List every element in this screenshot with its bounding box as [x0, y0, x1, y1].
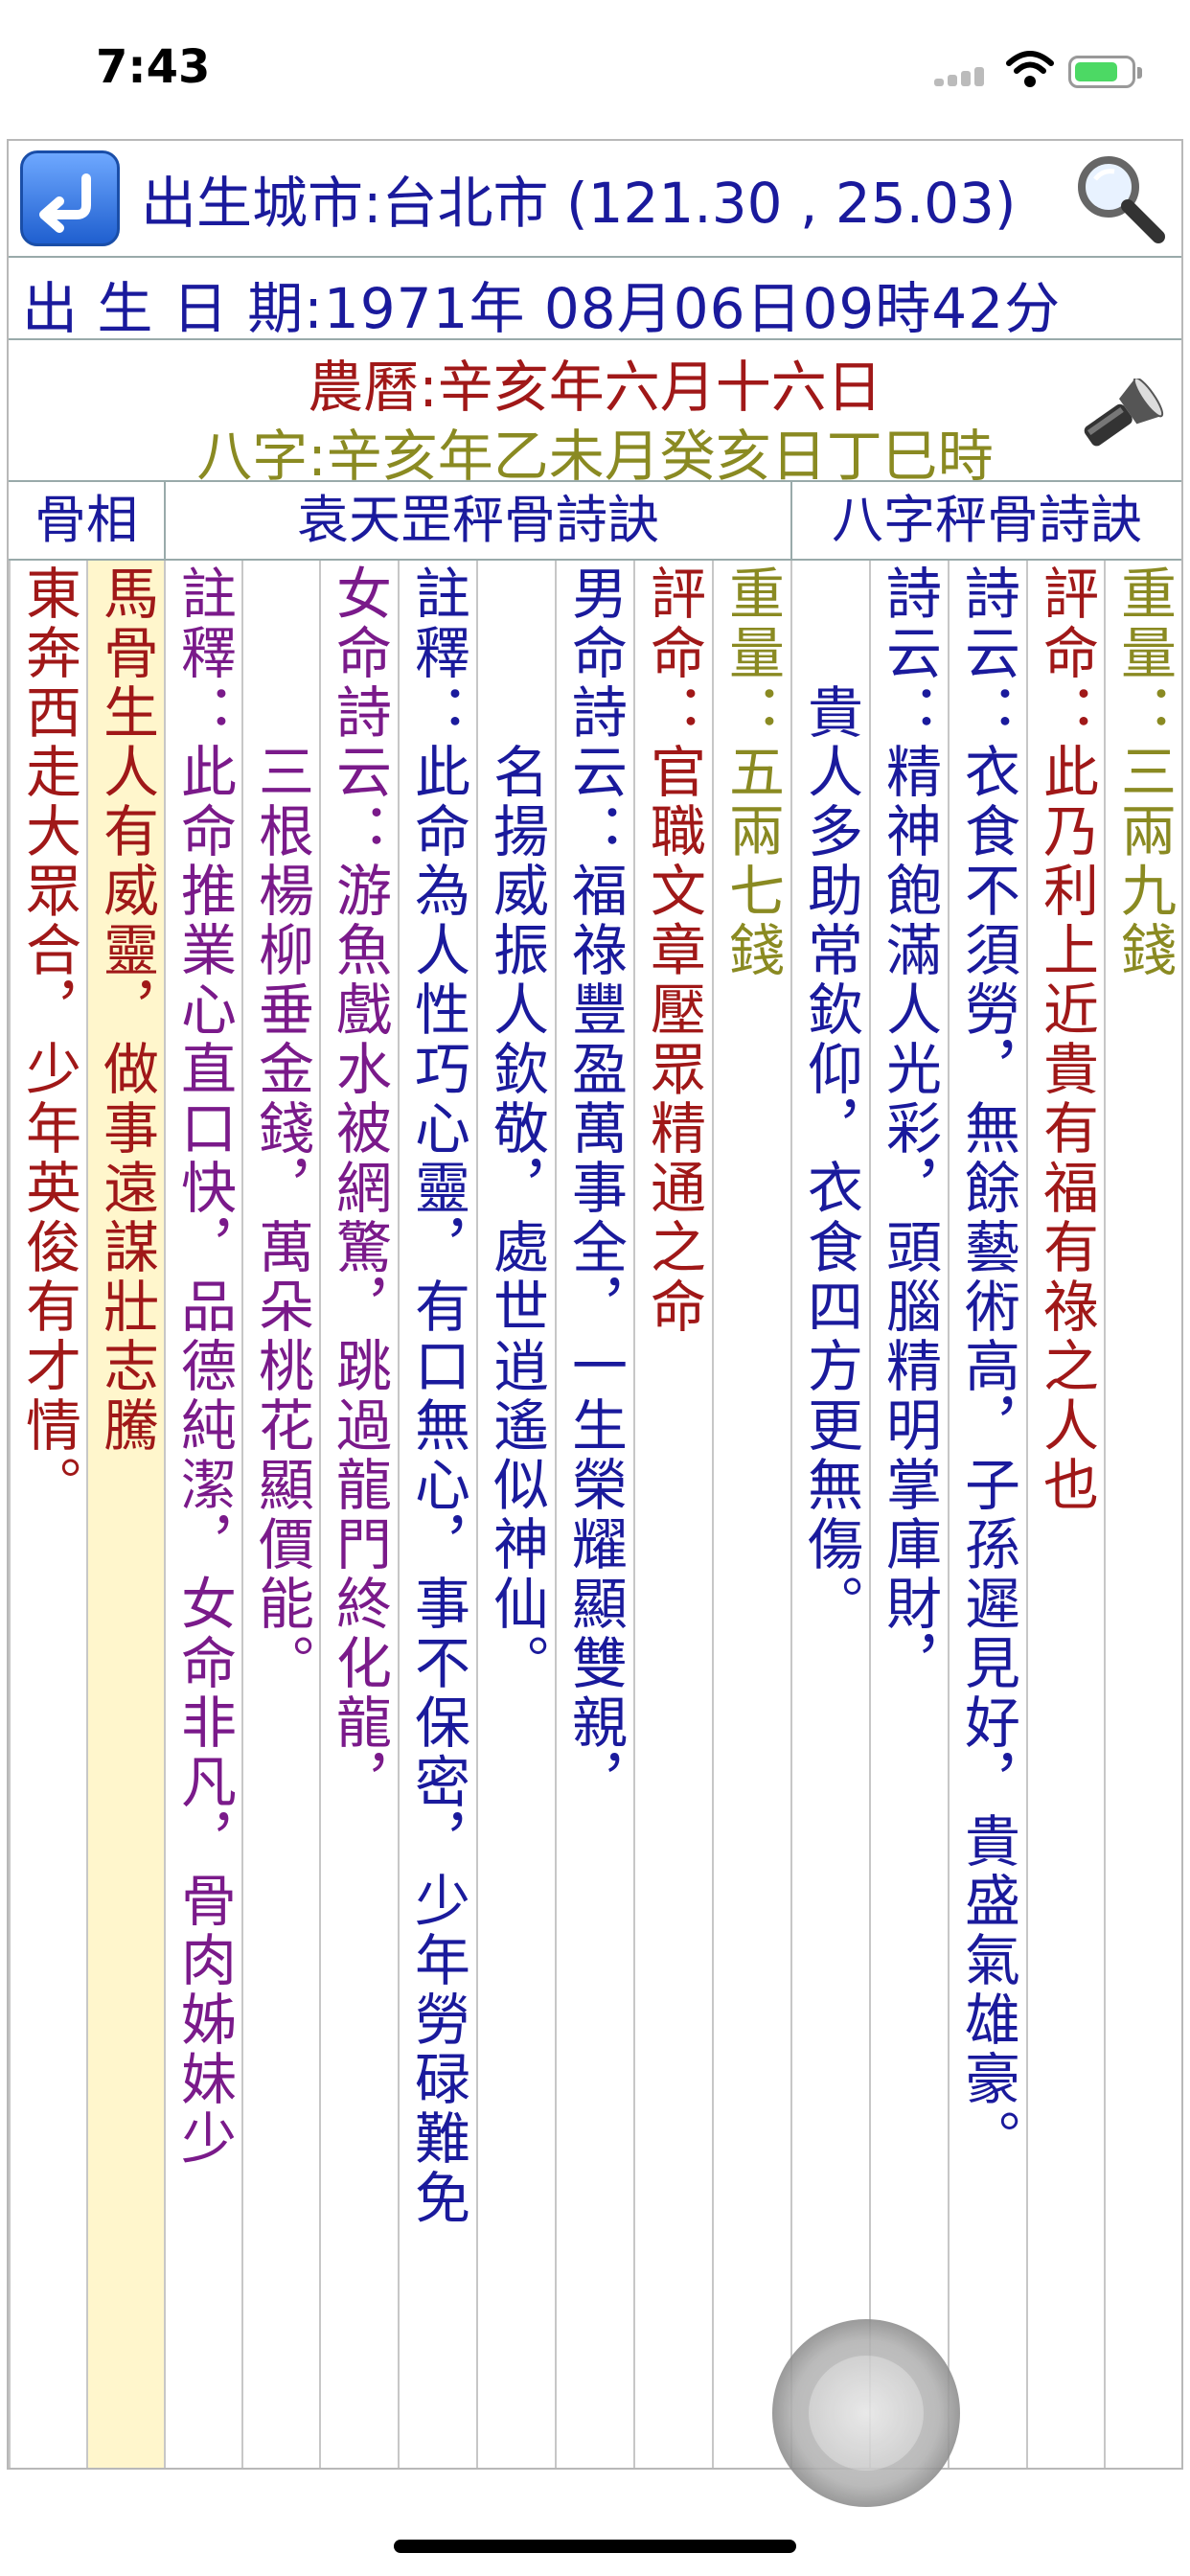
wifi-icon	[1006, 50, 1054, 92]
column-8: 男命詩云：福祿豐盈萬事全，一生榮耀顯雙親，	[555, 561, 633, 2468]
column-9: 評命：官職文章壓眾精通之命	[633, 561, 712, 2468]
status-bar: 7:43	[0, 0, 1190, 134]
column-text: 重量：五兩七錢	[720, 564, 785, 980]
column-text: 貴人多助常欽仰，衣食四方更無傷。	[798, 564, 863, 1634]
column-3: 註釋：此命推業心直口快，品德純潔，女命非凡，骨肉姊妹少	[164, 561, 241, 2468]
return-arrow-icon	[39, 173, 91, 233]
column-text: 東奔西走大眾合，少年英俊有才情。	[16, 564, 81, 1515]
column-text: 名揚威振人欽敬，處世逍遙似神仙。	[484, 564, 549, 1693]
column-text: 馬骨生人有威靈，做事遠謀壯志騰	[94, 564, 159, 1456]
column-13: 詩云：衣食不須勞，無餘藝術高，子孫遲見好，貴盛氣雄豪。	[948, 561, 1026, 2468]
main-panel: 出生城市:台北市 (121.30 , 25.03) 出 生 日 期:1971年 …	[7, 139, 1183, 2470]
column-6: 註釋：此命為人性巧心靈，有口無心，事不保密，少年勞碌難免	[398, 561, 476, 2468]
column-text: 女命詩云：游魚戲水被網驚，跳過龍門終化龍，	[327, 564, 392, 1812]
column-11: 貴人多助常欽仰，衣食四方更無傷。	[790, 561, 869, 2468]
search-icon[interactable]	[1072, 150, 1168, 250]
header-yuan-tiangang: 袁天罡秤骨詩訣	[297, 490, 659, 550]
header-bone-appearance: 骨相	[34, 490, 138, 550]
column-1: 東奔西走大眾合，少年英俊有才情。	[9, 561, 86, 2468]
bazi-text: 八字:辛亥年乙未月癸亥日丁巳時	[196, 424, 994, 489]
birth-date[interactable]: 出 生 日 期:1971年 08月06日09時42分	[22, 264, 1061, 344]
column-text: 三根楊柳垂金錢，萬朵桃花顯價能。	[249, 564, 314, 1693]
column-text: 重量：三兩九錢	[1111, 564, 1177, 980]
back-button[interactable]	[20, 150, 120, 246]
column-12: 詩云：精神飽滿人光彩，頭腦精明掌庫財，	[869, 561, 948, 2468]
cellular-signal-icon	[934, 58, 997, 86]
column-4: 三根楊柳垂金錢，萬朵桃花顯價能。	[241, 561, 319, 2468]
column-text: 詩云：精神飽滿人光彩，頭腦精明掌庫財，	[877, 564, 942, 1693]
column-text: 評命：官職文章壓眾精通之命	[641, 564, 706, 1337]
birth-city[interactable]: 出生城市:台北市 (121.30 , 25.03)	[141, 158, 1017, 239]
column-7: 名揚威振人欽敬，處世逍遙似神仙。	[476, 561, 555, 2468]
home-indicator[interactable]	[394, 2540, 796, 2553]
status-time: 7:43	[96, 40, 211, 94]
column-10: 重量：五兩七錢	[712, 561, 790, 2468]
column-text: 註釋：此命推業心直口快，品德純潔，女命非凡，骨肉姊妹少	[172, 564, 237, 2169]
lunar-bazi-row: 農曆:辛亥年六月十六日 八字:辛亥年乙未月癸亥日丁巳時	[9, 340, 1181, 489]
flashlight-icon[interactable]	[1072, 377, 1168, 459]
header-bazi-poem: 八字秤骨詩訣	[832, 490, 1142, 550]
column-text: 詩云：衣食不須勞，無餘藝術高，子孫遲見好，貴盛氣雄豪。	[955, 564, 1020, 2169]
birth-date-row: 出 生 日 期:1971年 08月06日09時42分	[9, 258, 1181, 341]
column-15: 重量：三兩九錢	[1104, 561, 1181, 2468]
battery-icon	[1068, 56, 1142, 88]
poem-grid: 東奔西走大眾合，少年英俊有才情。 馬骨生人有威靈，做事遠謀壯志騰 註釋：此命推業…	[9, 561, 1181, 2468]
column-14: 評命：此乃利上近貴有福有祿之人也	[1026, 561, 1104, 2468]
column-5: 女命詩云：游魚戲水被網驚，跳過龍門終化龍，	[319, 561, 398, 2468]
assistive-touch-button[interactable]	[772, 2319, 960, 2507]
column-text: 評命：此乃利上近貴有福有祿之人也	[1034, 564, 1099, 1515]
table-header: 骨相 袁天罡秤骨詩訣 八字秤骨詩訣	[9, 482, 1181, 561]
column-text: 男命詩云：福祿豐盈萬事全，一生榮耀顯雙親，	[562, 564, 628, 1812]
city-row: 出生城市:台北市 (121.30 , 25.03)	[9, 141, 1181, 258]
column-2: 馬骨生人有威靈，做事遠謀壯志騰	[86, 561, 164, 2468]
column-text: 註釋：此命為人性巧心靈，有口無心，事不保密，少年勞碌難免	[405, 564, 470, 2228]
